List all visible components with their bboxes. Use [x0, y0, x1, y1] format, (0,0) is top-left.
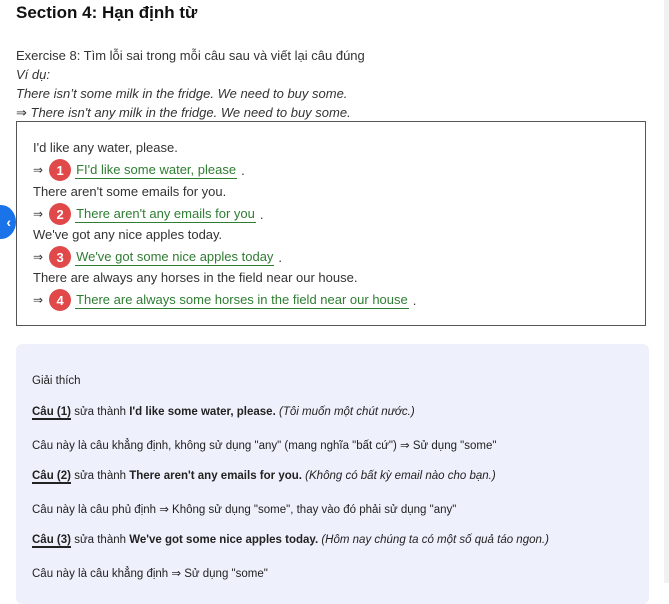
answer-3[interactable]: We've got some nice apples today — [75, 249, 275, 266]
c3-mid: sửa thành — [74, 534, 127, 546]
answer-4[interactable]: There are always some horses in the fiel… — [75, 292, 409, 309]
number-badge: 4 — [49, 289, 72, 311]
question-3: We've got any nice apples today. — [33, 227, 223, 242]
c2-mid: sửa thành — [74, 470, 127, 482]
section-title: Section 4: Hạn định từ — [16, 3, 198, 22]
arrow-icon: ⇒ — [33, 163, 44, 177]
arrow-icon: ⇒ — [33, 207, 44, 221]
arrow-icon: ⇒ — [33, 250, 44, 264]
answer-row-4: ⇒ 4 There are always some horses in the … — [33, 289, 416, 311]
scrollbar-track[interactable] — [664, 0, 669, 583]
c3-translation: (Hôm nay chúng ta có một số quả táo ngon… — [321, 534, 549, 546]
c2-fix: There aren't any emails for you. — [129, 470, 302, 482]
example-label: Ví dụ: — [16, 67, 50, 82]
answer-row-1: ⇒ 1 FI'd like some water, please . — [33, 159, 245, 181]
explanation-heading: Giải thích — [32, 375, 81, 387]
number-badge: 2 — [49, 203, 72, 225]
answer-period: . — [412, 292, 417, 308]
c1-fix: I'd like some water, please. — [129, 406, 276, 418]
c3-note: Câu này là câu khẳng định ⇒ Sử dụng "som… — [32, 568, 268, 580]
explanation-c3: Câu (3) sửa thành We've got some nice ap… — [32, 534, 549, 548]
answer-1[interactable]: FI'd like some water, please — [75, 162, 238, 179]
example-right: ⇒ There isn't any milk in the fridge. We… — [16, 105, 351, 120]
c1-translation: (Tôi muốn một chút nước.) — [278, 406, 415, 418]
c1-label: Câu (1) — [32, 406, 71, 420]
arrow-icon: ⇒ — [33, 293, 44, 307]
c3-label: Câu (3) — [32, 534, 71, 548]
answer-row-3: ⇒ 3 We've got some nice apples today . — [33, 246, 282, 268]
explanation-c2: Câu (2) sửa thành There aren't any email… — [32, 470, 496, 484]
c3-fix: We've got some nice apples today. — [129, 534, 319, 546]
example-wrong: There isn’t some milk in the fridge. We … — [16, 86, 348, 101]
question-4: There are always any horses in the field… — [33, 270, 358, 285]
c2-note: Câu này là câu phủ định ⇒ Không sử dụng … — [32, 504, 457, 516]
c2-label: Câu (2) — [32, 470, 71, 484]
exercise-box: I'd like any water, please. ⇒ 1 FI'd lik… — [16, 121, 646, 326]
answer-period: . — [241, 162, 245, 178]
number-badge: 1 — [49, 159, 72, 181]
answer-row-2: ⇒ 2 There aren't any emails for you . — [33, 203, 263, 225]
answer-period: . — [259, 206, 264, 222]
exercise-intro: Exercise 8: Tìm lỗi sai trong mỗi câu sa… — [16, 46, 365, 122]
answer-2[interactable]: There aren't any emails for you — [75, 206, 256, 223]
question-1: I'd like any water, please. — [33, 140, 178, 155]
exercise-instruction: Exercise 8: Tìm lỗi sai trong mỗi câu sa… — [16, 48, 365, 63]
answer-period: . — [278, 249, 283, 265]
c1-note: Câu này là câu khẳng định, không sử dụng… — [32, 440, 497, 452]
c2-translation: (Không có bất kỳ email nào cho bạn.) — [305, 470, 496, 482]
explanation-panel: Giải thích Câu (1) sửa thành I'd like so… — [16, 344, 649, 604]
question-2: There aren't some emails for you. — [33, 184, 227, 199]
c1-mid: sửa thành — [74, 406, 127, 418]
chevron-left-icon[interactable]: ‹ — [0, 205, 16, 239]
number-badge: 3 — [49, 246, 72, 268]
explanation-c1: Câu (1) sửa thành I'd like some water, p… — [32, 406, 415, 420]
